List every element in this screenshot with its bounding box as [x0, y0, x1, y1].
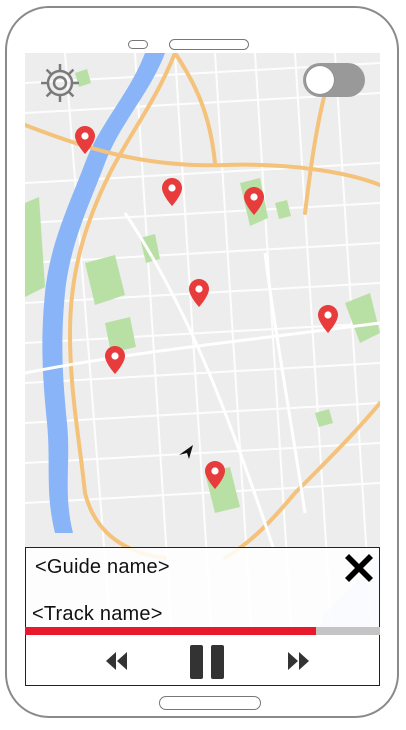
- map-pin-icon[interactable]: [244, 187, 264, 215]
- track-name: <Track name>: [32, 603, 163, 625]
- progress-fill: [25, 627, 317, 635]
- rewind-icon[interactable]: [104, 650, 128, 672]
- map-pin-icon[interactable]: [189, 279, 209, 307]
- playback-controls: [25, 635, 380, 686]
- guide-name: <Guide name>: [35, 556, 170, 578]
- navigation-arrow-icon: [179, 445, 193, 459]
- front-camera: [128, 40, 148, 49]
- app-screen: <Guide name> <Track name>: [25, 53, 380, 686]
- toggle-switch[interactable]: [303, 63, 365, 97]
- map-pin-icon[interactable]: [105, 346, 125, 374]
- map-pin-icon[interactable]: [75, 126, 95, 154]
- pause-icon[interactable]: [188, 644, 226, 680]
- speaker-slot: [169, 39, 249, 50]
- close-icon[interactable]: [342, 551, 376, 585]
- map-pin-icon[interactable]: [318, 305, 338, 333]
- fast-forward-icon[interactable]: [287, 650, 311, 672]
- map-pin-icon[interactable]: [205, 461, 225, 489]
- map-pin-icon[interactable]: [162, 178, 182, 206]
- progress-bar[interactable]: [25, 627, 380, 635]
- now-playing-panel: <Guide name> <Track name>: [25, 547, 380, 629]
- toggle-knob: [306, 66, 334, 94]
- gear-icon[interactable]: [39, 62, 81, 104]
- home-button[interactable]: [159, 696, 261, 710]
